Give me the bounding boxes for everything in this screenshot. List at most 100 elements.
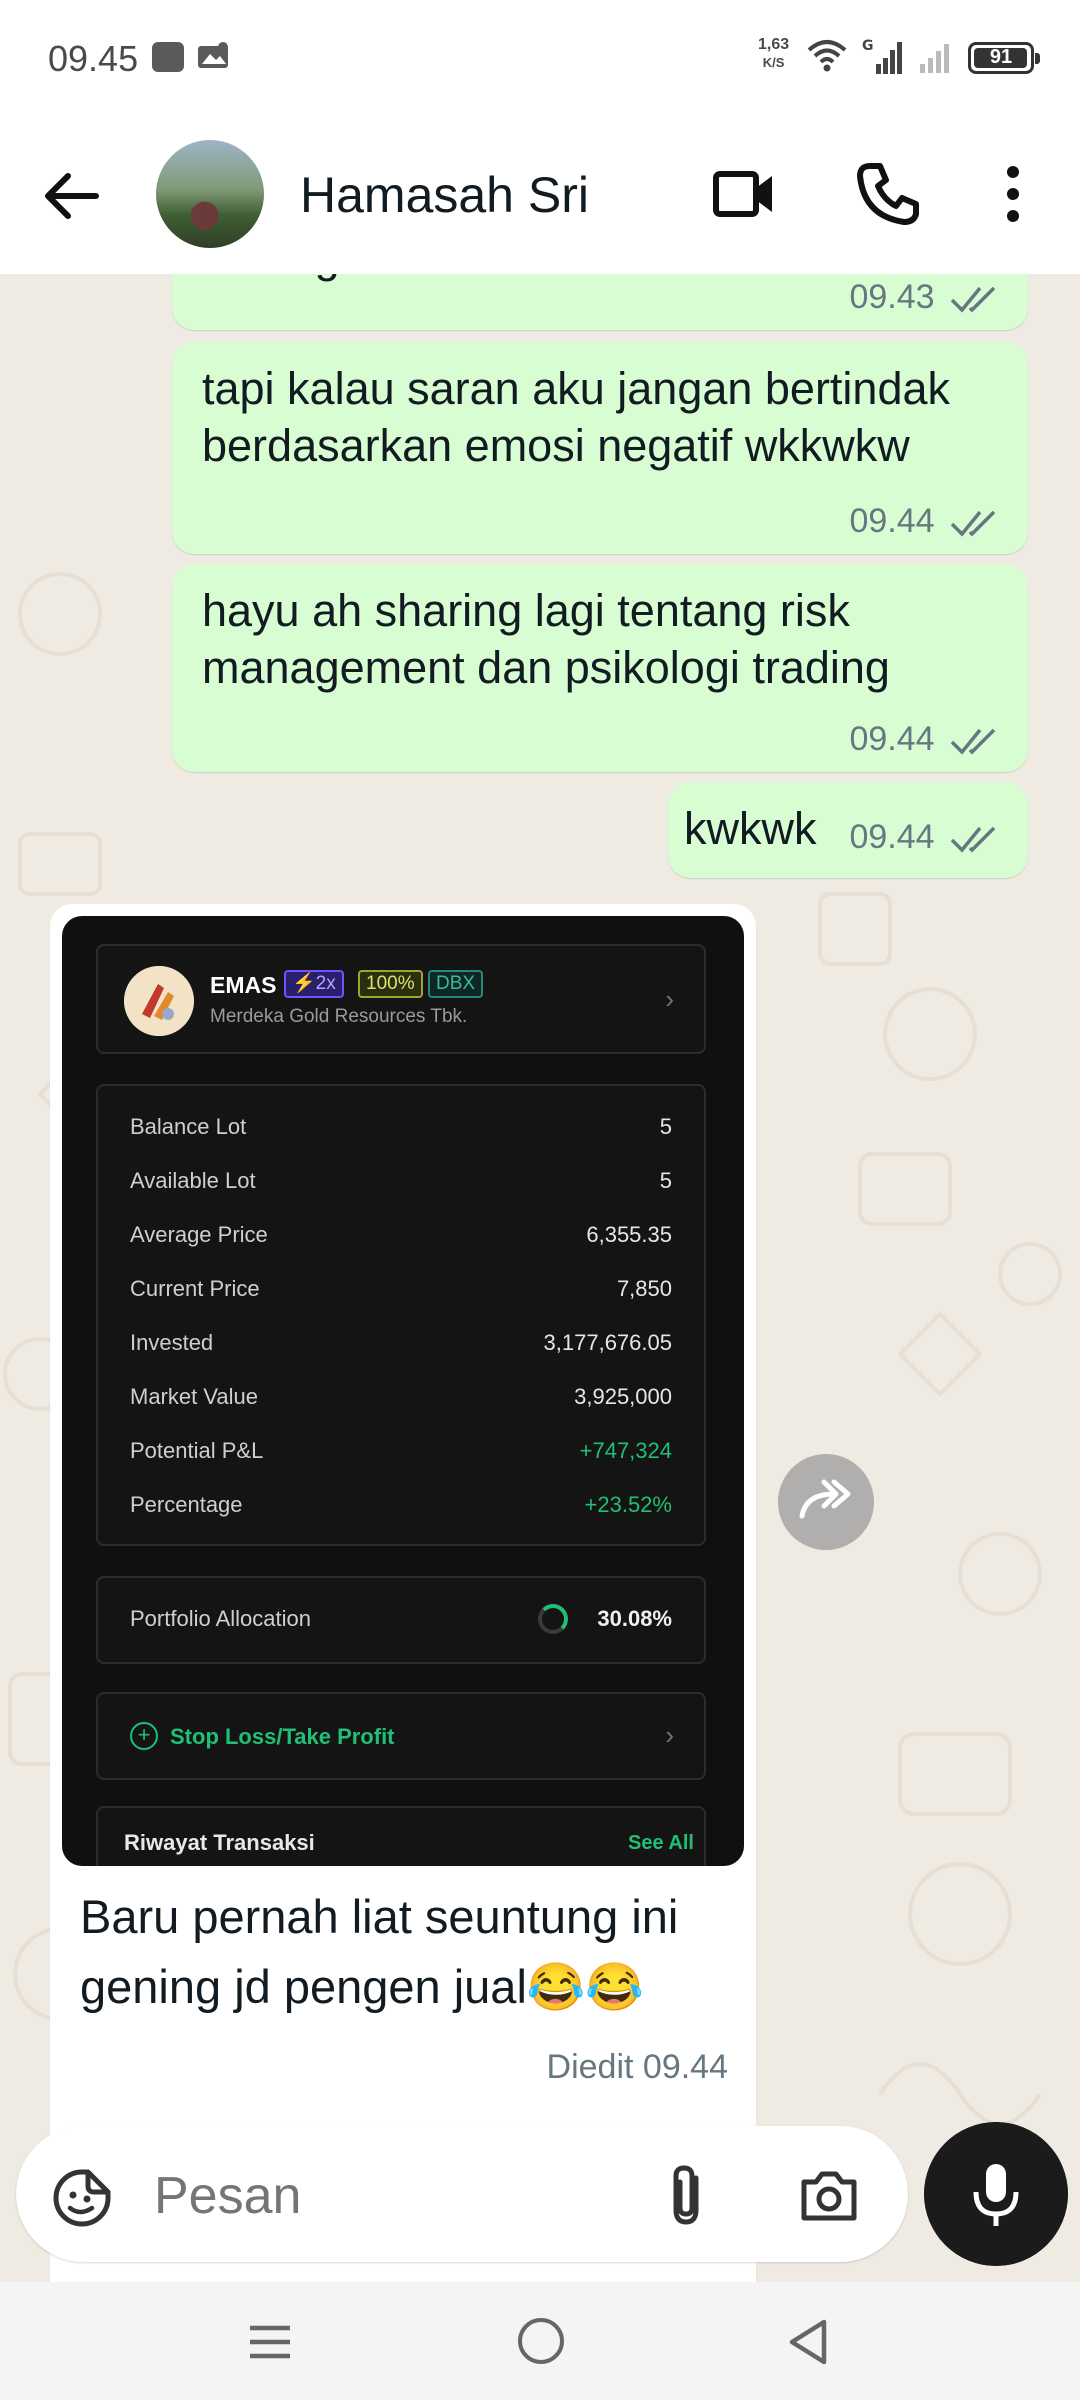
detail-row: Current Price 7,850 (130, 1276, 672, 1306)
detail-label: Invested (130, 1330, 214, 1355)
detail-value: 3,177,676.05 (543, 1330, 672, 1355)
contact-name[interactable]: Hamasah Sri (300, 166, 589, 224)
system-nav-bar (0, 2282, 1080, 2400)
stock-logo (124, 966, 194, 1036)
signal-strength-icon: G (862, 38, 902, 74)
forward-icon[interactable] (778, 1454, 874, 1550)
message-text: untung mah (202, 274, 440, 285)
detail-label: Percentage (130, 1492, 243, 1517)
message-time: 09.44 (849, 720, 935, 758)
chat-header: Hamasah Sri (0, 118, 1080, 274)
notification-photo-icon (198, 42, 228, 68)
stock-code: EMAS (210, 972, 277, 998)
detail-value: 7,850 (616, 1276, 672, 1301)
back-arrow-icon[interactable] (36, 166, 106, 226)
detail-label: Balance Lot (130, 1114, 247, 1139)
detail-row: Available Lot 5 (130, 1168, 672, 1198)
detail-row: Percentage +23.52% (130, 1492, 672, 1522)
image-attachment[interactable]: EMAS ⚡2x 100% DBX Merdeka Gold Resources… (62, 916, 744, 1866)
stock-header-card: EMAS ⚡2x 100% DBX Merdeka Gold Resources… (96, 944, 706, 1054)
message-text: tapi kalau saran aku jangan bertindak be… (202, 363, 951, 471)
detail-value: 6,355.35 (586, 1222, 672, 1247)
detail-label: Market Value (130, 1384, 258, 1409)
notification-app-icon (152, 42, 184, 72)
double-check-icon (950, 826, 996, 853)
message-composer (16, 2126, 908, 2262)
message-meta: 09.43 (849, 278, 1002, 317)
message-text: hayu ah sharing lagi tentang risk manage… (202, 585, 890, 693)
network-type-label: G (862, 38, 874, 54)
stop-loss-label: Stop Loss/Take Profit (170, 1724, 395, 1749)
board-badge: DBX (428, 970, 484, 998)
history-label: Riwayat Transaksi (124, 1830, 315, 1855)
sticker-emoji-icon[interactable] (52, 2168, 112, 2228)
microphone-icon[interactable] (924, 2122, 1068, 2266)
double-check-icon (950, 286, 996, 313)
message-bubble-outgoing[interactable]: tapi kalau saran aku jangan bertindak be… (172, 342, 1028, 554)
camera-icon[interactable] (798, 2166, 860, 2224)
message-caption: Baru pernah liat seuntung ini gening jd … (80, 1890, 679, 2013)
more-vert-icon[interactable] (996, 162, 1030, 226)
message-bubble-outgoing[interactable]: untung mah 09.43 (172, 274, 1028, 330)
status-bar: 09.45 1,63 K/S G 91 (0, 0, 1080, 118)
status-time: 09.45 (48, 38, 139, 79)
message-meta: 09.44 (849, 818, 1002, 857)
message-text: kwkwk (684, 803, 817, 854)
company-name: Merdeka Gold Resources Tbk. (210, 1006, 468, 1027)
margin-badge: 100% (358, 970, 423, 998)
recent-apps-icon[interactable] (246, 2322, 294, 2362)
detail-label: Potential P&L (130, 1438, 264, 1463)
detail-label: Average Price (130, 1222, 268, 1247)
message-bubble-outgoing[interactable]: hayu ah sharing lagi tentang risk manage… (172, 564, 1028, 772)
battery-icon: 91 (968, 42, 1040, 74)
add-circle-icon: + (130, 1722, 158, 1750)
double-check-icon (950, 728, 996, 755)
message-bubble-incoming[interactable]: EMAS ⚡2x 100% DBX Merdeka Gold Resources… (50, 904, 756, 2282)
detail-value: 5 (659, 1114, 672, 1139)
double-check-icon (950, 510, 996, 537)
home-icon[interactable] (518, 2318, 564, 2364)
detail-row: Invested 3,177,676.05 (130, 1330, 672, 1360)
attachment-icon[interactable] (662, 2162, 712, 2228)
allocation-label: Portfolio Allocation (130, 1606, 311, 1631)
message-time: 09.44 (849, 818, 935, 856)
message-bubble-outgoing[interactable]: kwkwk 09.44 (668, 782, 1028, 878)
video-call-icon[interactable] (712, 162, 776, 226)
stop-loss-card: + Stop Loss/Take Profit › (96, 1692, 706, 1780)
allocation-value: 30.08% (597, 1606, 672, 1631)
network-speed-unit: K/S (762, 55, 785, 70)
nav-back-icon[interactable] (786, 2318, 830, 2366)
message-time: 09.44 (642, 2048, 728, 2086)
wifi-icon (807, 40, 847, 72)
detail-row: Market Value 3,925,000 (130, 1384, 672, 1414)
phone-icon[interactable] (856, 160, 920, 226)
detail-label: Current Price (130, 1276, 260, 1301)
chevron-right-icon: › (665, 1720, 674, 1750)
see-all-link: See All (628, 1832, 694, 1854)
chat-area[interactable]: untung mah 09.43 tapi kalau saran aku ja… (0, 274, 1080, 2282)
message-time: 09.43 (849, 278, 935, 316)
message-meta: 09.44 (849, 502, 1002, 541)
portfolio-allocation-card: Portfolio Allocation 30.08% (96, 1576, 706, 1664)
detail-row: Potential P&L +747,324 (130, 1438, 672, 1468)
detail-value: 3,925,000 (574, 1384, 672, 1409)
message-meta: Diedit 09.44 (547, 2048, 728, 2087)
battery-level: 91 (989, 46, 1013, 68)
network-speed: 1,63 K/S (758, 36, 789, 72)
message-time: 09.44 (849, 502, 935, 540)
detail-label: Available Lot (130, 1168, 256, 1193)
avatar[interactable] (156, 140, 264, 248)
leverage-badge: ⚡2x (284, 970, 344, 998)
detail-row: Average Price 6,355.35 (130, 1222, 672, 1252)
detail-value: 5 (659, 1168, 672, 1193)
message-input[interactable] (154, 2166, 634, 2226)
detail-value: +747,324 (579, 1438, 672, 1463)
detail-value: +23.52% (584, 1492, 672, 1517)
detail-row: Balance Lot 5 (130, 1114, 672, 1144)
signal-sim2-icon (920, 44, 949, 73)
position-details-card: Balance Lot 5 Available Lot 5 Average Pric… (96, 1084, 706, 1546)
message-meta: 09.44 (849, 720, 1002, 759)
chevron-right-icon: › (665, 984, 674, 1014)
allocation-ring-icon (538, 1604, 568, 1634)
network-speed-value: 1,63 (758, 36, 790, 53)
